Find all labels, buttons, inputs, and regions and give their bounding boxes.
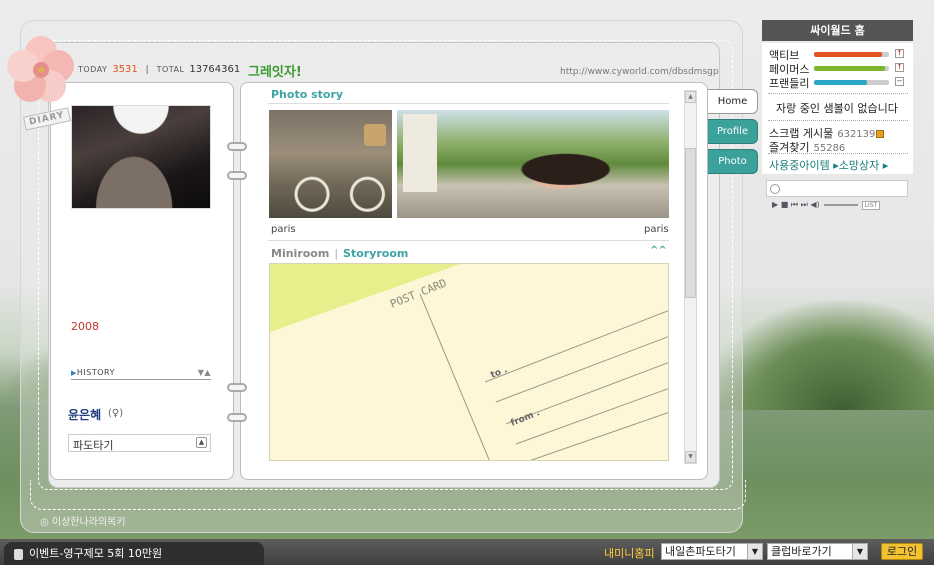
- storyroom-postcard: POST CARD to . from .: [269, 263, 669, 461]
- flower-icon: [7, 36, 74, 102]
- history-selector[interactable]: ▶HISTORY ▼▲: [71, 368, 211, 380]
- tab-storyroom[interactable]: Storyroom: [343, 247, 408, 260]
- binder-ring-icon: [227, 383, 247, 392]
- history-label: HISTORY: [76, 368, 115, 377]
- diary-year[interactable]: 2008: [71, 320, 99, 333]
- cyworld-home-button[interactable]: 싸이월드 홈: [762, 20, 913, 41]
- owner-name[interactable]: 윤은혜: [68, 406, 101, 423]
- scroll-down-icon[interactable]: ▼: [685, 451, 696, 463]
- chevron-down-icon[interactable]: ▼: [852, 544, 867, 559]
- ilchon-wave-value: 내일촌파도타기: [665, 545, 736, 558]
- total-count: 13764361: [189, 64, 241, 75]
- minus-icon[interactable]: −: [895, 77, 904, 86]
- divider: [768, 93, 908, 94]
- scrollbar[interactable]: ▲ ▼: [684, 90, 697, 464]
- today-label: TODAY: [78, 65, 108, 74]
- up-down-arrows-icon[interactable]: ▼▲: [198, 368, 211, 377]
- stat-bar-famous: [814, 66, 889, 71]
- club-shortcut-value: 클럽바로가기: [771, 545, 832, 558]
- play-icon[interactable]: ▶: [772, 200, 778, 209]
- divider: [768, 153, 908, 154]
- binder-ring-icon: [227, 413, 247, 422]
- photo-caption: paris: [271, 224, 296, 235]
- stats-panel: 액티브 ↑ 페이머스 ↑ 프랜들리 − 자랑 중인 샘볼이 없습니다 스크랩 게…: [762, 43, 913, 174]
- postcard-from: from .: [509, 408, 541, 429]
- photo-caption: paris: [644, 224, 669, 235]
- postcard-to: to .: [489, 365, 509, 381]
- chevron-down-icon[interactable]: ▼: [747, 544, 762, 559]
- bgm-player[interactable]: [766, 180, 908, 197]
- tab-home[interactable]: Home: [708, 89, 758, 114]
- owner-gender: (♀): [108, 408, 124, 419]
- club-shortcut-select[interactable]: 클럽바로가기 ▼: [767, 543, 868, 560]
- tab-profile[interactable]: Profile: [708, 119, 758, 144]
- total-label: TOTAL: [156, 65, 185, 74]
- scroll-thumb[interactable]: [685, 148, 696, 298]
- items-in-use-link[interactable]: 사용중아이템 ▸소망상자 ▸: [769, 157, 888, 173]
- divider: [268, 240, 669, 241]
- event-banner[interactable]: 이벤트-영구제모 5회 10만원: [4, 542, 264, 565]
- collapse-toggle[interactable]: ^^: [650, 245, 667, 256]
- stat-label-friendly: 프랜들리: [769, 77, 810, 90]
- tab-miniroom[interactable]: Miniroom: [271, 247, 329, 260]
- cd-icon: [770, 184, 780, 194]
- ilchon-wave-select[interactable]: 내일촌파도타기 ▼: [661, 543, 763, 560]
- page-title: 그레잇자!: [248, 65, 302, 80]
- playlist-button[interactable]: LIST: [861, 201, 881, 210]
- arrow-up-icon[interactable]: ↑: [895, 63, 904, 72]
- stat-fill: [814, 80, 867, 85]
- stat-fill: [814, 52, 882, 57]
- tab-photo[interactable]: Photo: [708, 149, 758, 174]
- volume-icon[interactable]: ◀): [810, 200, 819, 209]
- building: [403, 114, 437, 192]
- arrow-up-icon[interactable]: ↑: [895, 49, 904, 58]
- prev-icon[interactable]: ⏮: [791, 200, 798, 209]
- stat-bar-active: [814, 52, 889, 57]
- home-url-link[interactable]: http://www.cyworld.com/dbsdmsgp: [560, 67, 719, 77]
- wave-surf-select[interactable]: 파도타기 ▲: [68, 434, 211, 452]
- divider: [768, 120, 908, 121]
- event-text: 이벤트-영구제모 5회 10만원: [29, 547, 163, 560]
- expand-up-icon[interactable]: ▲: [196, 437, 207, 448]
- basket: [364, 124, 386, 146]
- room-tabs: Miniroom | Storyroom: [271, 247, 409, 260]
- player-controls: ▶ ■ ⏮ ⏭ ◀) LIST: [772, 200, 881, 210]
- scrap-badge-icon: [876, 130, 885, 138]
- binder-ring-icon: [227, 142, 247, 151]
- no-sample-message: 자랑 중인 샘볼이 없습니다: [776, 102, 898, 115]
- today-count: 3531: [112, 64, 138, 75]
- photo-portrait[interactable]: [397, 110, 669, 218]
- scroll-up-icon[interactable]: ▲: [685, 91, 696, 103]
- wave-surf-value: 파도타기: [73, 439, 114, 452]
- stat-bar-friendly: [814, 80, 889, 85]
- profile-photo: [71, 105, 211, 209]
- photo-story-title[interactable]: Photo story: [271, 88, 343, 101]
- visitor-counters: TODAY 3531 | TOTAL 13764361: [78, 64, 241, 75]
- trash-icon: [14, 548, 23, 560]
- next-icon[interactable]: ⏭: [801, 200, 808, 209]
- volume-slider[interactable]: [823, 203, 858, 206]
- my-minihompy-link[interactable]: 내미니홈피: [604, 545, 655, 561]
- divider: [268, 103, 669, 104]
- login-button[interactable]: 로그인: [881, 543, 923, 560]
- binder-ring-icon: [227, 171, 247, 180]
- stat-fill: [814, 66, 886, 71]
- photo-bicycle[interactable]: [269, 110, 392, 218]
- footer-signature: ◎ 이상한나라의복키: [40, 517, 126, 528]
- stop-icon[interactable]: ■: [781, 200, 789, 209]
